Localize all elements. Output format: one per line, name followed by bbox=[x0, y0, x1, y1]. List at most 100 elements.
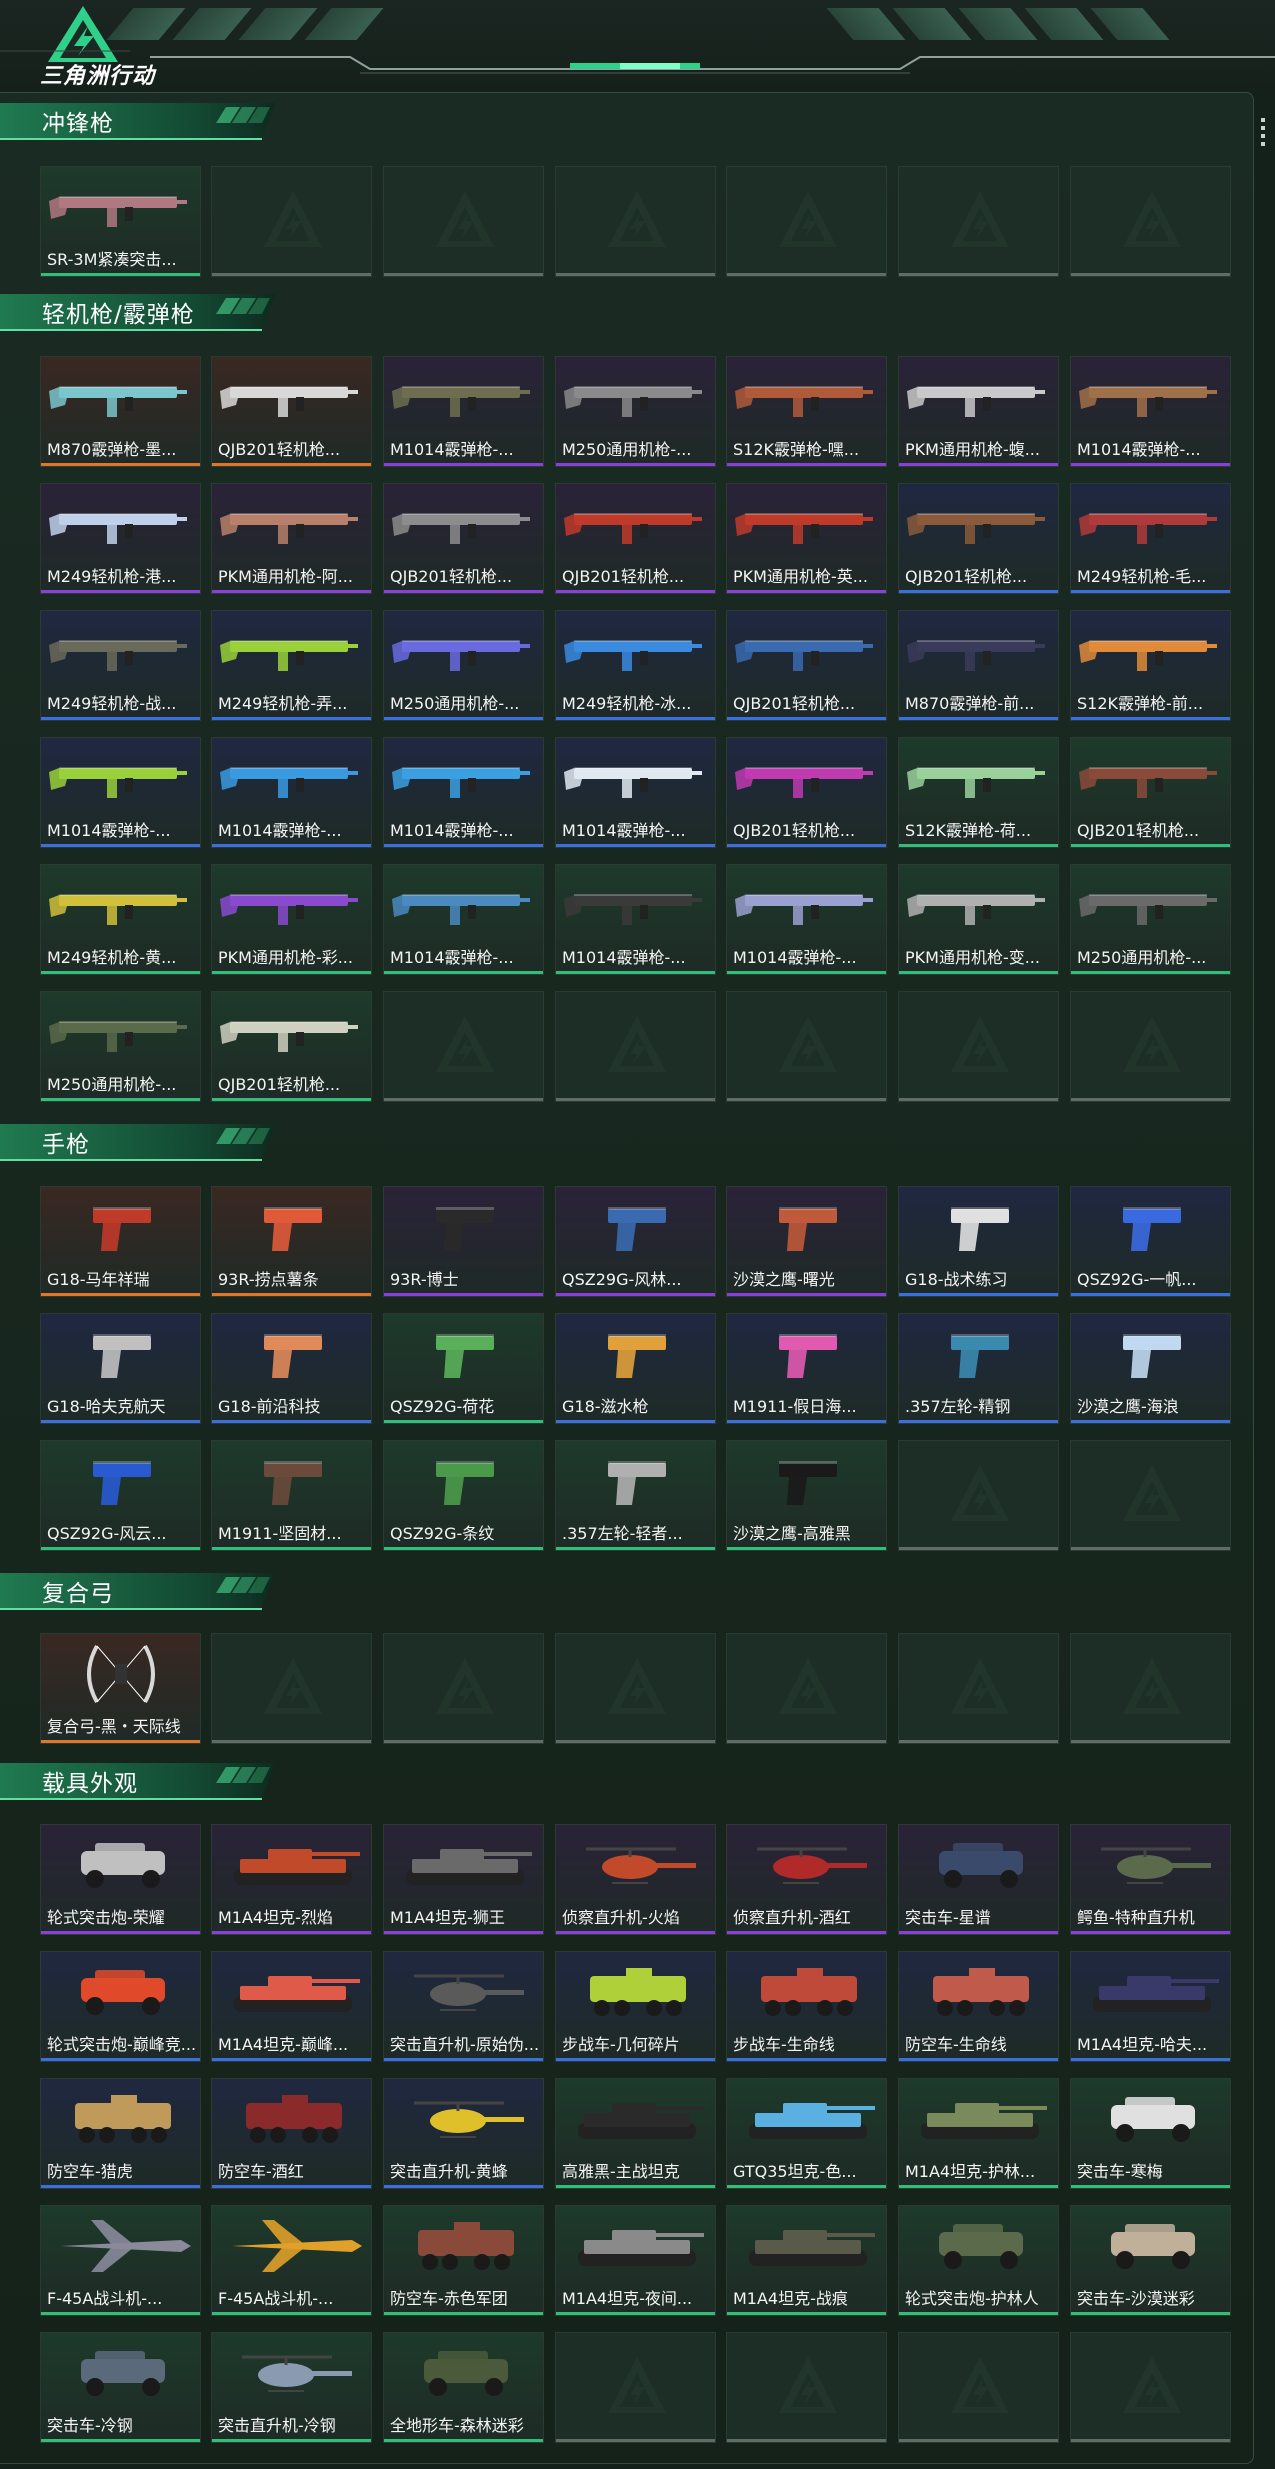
skin-card[interactable]: G18-哈夫克航天 bbox=[40, 1313, 201, 1424]
skin-card[interactable]: G18-战术练习 bbox=[898, 1186, 1059, 1297]
skin-card[interactable]: 突击直升机-原始伪... bbox=[383, 1951, 544, 2062]
empty-slot[interactable] bbox=[898, 166, 1059, 277]
skin-card[interactable]: M1014霰弹枪-... bbox=[383, 737, 544, 848]
skin-card[interactable]: M1014霰弹枪-... bbox=[383, 356, 544, 467]
skin-card[interactable]: 步战车-生命线 bbox=[726, 1951, 887, 2062]
skin-card[interactable]: 93R-博士 bbox=[383, 1186, 544, 1297]
skin-card[interactable]: F-45A战斗机-... bbox=[211, 2205, 372, 2316]
skin-card[interactable]: 防空车-酒红 bbox=[211, 2078, 372, 2189]
empty-slot[interactable] bbox=[726, 2332, 887, 2443]
empty-slot[interactable] bbox=[555, 2332, 716, 2443]
skin-card[interactable]: 高雅黑-主战坦克 bbox=[555, 2078, 716, 2189]
skin-card[interactable]: M249轻机枪-毛... bbox=[1070, 483, 1231, 594]
skin-card[interactable]: M250通用机枪-... bbox=[40, 991, 201, 1102]
empty-slot[interactable] bbox=[1070, 166, 1231, 277]
skin-card[interactable]: QSZ92G-条纹 bbox=[383, 1440, 544, 1551]
empty-slot[interactable] bbox=[726, 991, 887, 1102]
skin-card[interactable]: M1A4坦克-哈夫... bbox=[1070, 1951, 1231, 2062]
skin-card[interactable]: 步战车-几何碎片 bbox=[555, 1951, 716, 2062]
skin-card[interactable]: M1014霰弹枪-... bbox=[383, 864, 544, 975]
skin-card[interactable]: G18-滋水枪 bbox=[555, 1313, 716, 1424]
skin-card[interactable]: M1014霰弹枪-... bbox=[211, 737, 372, 848]
empty-slot[interactable] bbox=[555, 1633, 716, 1744]
skin-card[interactable]: M1A4坦克-战痕 bbox=[726, 2205, 887, 2316]
skin-card[interactable]: 侦察直升机-火焰 bbox=[555, 1824, 716, 1935]
empty-slot[interactable] bbox=[555, 166, 716, 277]
skin-card[interactable]: M1014霰弹枪-... bbox=[726, 864, 887, 975]
skin-card[interactable]: 93R-捞点薯条 bbox=[211, 1186, 372, 1297]
skin-card[interactable]: 轮式突击炮-护林人 bbox=[898, 2205, 1059, 2316]
skin-card[interactable]: PKM通用机枪-蝮... bbox=[898, 356, 1059, 467]
skin-card[interactable]: QJB201轻机枪... bbox=[383, 483, 544, 594]
skin-card[interactable]: 全地形车-森林迷彩 bbox=[383, 2332, 544, 2443]
skin-card[interactable]: 突击直升机-黄蜂 bbox=[383, 2078, 544, 2189]
skin-card[interactable]: M1014霰弹枪-... bbox=[40, 737, 201, 848]
empty-slot[interactable] bbox=[383, 991, 544, 1102]
skin-card[interactable]: M249轻机枪-弄... bbox=[211, 610, 372, 721]
skin-card[interactable]: G18-马年祥瑞 bbox=[40, 1186, 201, 1297]
empty-slot[interactable] bbox=[211, 166, 372, 277]
empty-slot[interactable] bbox=[1070, 991, 1231, 1102]
skin-card[interactable]: QJB201轻机枪... bbox=[211, 356, 372, 467]
skin-card[interactable]: 突击车-冷钢 bbox=[40, 2332, 201, 2443]
skin-card[interactable]: M1A4坦克-夜间... bbox=[555, 2205, 716, 2316]
skin-card[interactable]: M870霰弹枪-墨... bbox=[40, 356, 201, 467]
skin-card[interactable]: QSZ92G-一帆... bbox=[1070, 1186, 1231, 1297]
scroll-indicator[interactable] bbox=[1261, 118, 1265, 150]
skin-card[interactable]: QJB201轻机枪... bbox=[1070, 737, 1231, 848]
skin-card[interactable]: M249轻机枪-冰... bbox=[555, 610, 716, 721]
empty-slot[interactable] bbox=[383, 166, 544, 277]
skin-card[interactable]: .357左轮-轻者... bbox=[555, 1440, 716, 1551]
skin-card[interactable]: QJB201轻机枪... bbox=[211, 991, 372, 1102]
skin-card[interactable]: .357左轮-精钢 bbox=[898, 1313, 1059, 1424]
skin-card[interactable]: M250通用机枪-... bbox=[1070, 864, 1231, 975]
empty-slot[interactable] bbox=[898, 991, 1059, 1102]
skin-card[interactable]: M1A4坦克-烈焰 bbox=[211, 1824, 372, 1935]
empty-slot[interactable] bbox=[211, 1633, 372, 1744]
skin-card[interactable]: 防空车-生命线 bbox=[898, 1951, 1059, 2062]
skin-card[interactable]: M1A4坦克-护林... bbox=[898, 2078, 1059, 2189]
skin-card[interactable]: M250通用机枪-... bbox=[383, 610, 544, 721]
skin-card[interactable]: 轮式突击炮-巅峰竞... bbox=[40, 1951, 201, 2062]
skin-card[interactable]: 突击直升机-冷钢 bbox=[211, 2332, 372, 2443]
empty-slot[interactable] bbox=[383, 1633, 544, 1744]
empty-slot[interactable] bbox=[726, 1633, 887, 1744]
skin-card[interactable]: S12K霰弹枪-前... bbox=[1070, 610, 1231, 721]
skin-card[interactable]: F-45A战斗机-... bbox=[40, 2205, 201, 2316]
empty-slot[interactable] bbox=[1070, 1633, 1231, 1744]
empty-slot[interactable] bbox=[555, 991, 716, 1102]
skin-card[interactable]: 突击车-星谱 bbox=[898, 1824, 1059, 1935]
empty-slot[interactable] bbox=[726, 166, 887, 277]
skin-card[interactable]: 突击车-沙漠迷彩 bbox=[1070, 2205, 1231, 2316]
skin-card[interactable]: M1A4坦克-狮王 bbox=[383, 1824, 544, 1935]
skin-card[interactable]: PKM通用机枪-彩... bbox=[211, 864, 372, 975]
skin-card[interactable]: QJB201轻机枪... bbox=[726, 610, 887, 721]
skin-card[interactable]: QSZ92G-风云... bbox=[40, 1440, 201, 1551]
skin-card[interactable]: 轮式突击炮-荣耀 bbox=[40, 1824, 201, 1935]
empty-slot[interactable] bbox=[898, 1633, 1059, 1744]
skin-card[interactable]: M250通用机枪-... bbox=[555, 356, 716, 467]
skin-card[interactable]: G18-前沿科技 bbox=[211, 1313, 372, 1424]
skin-card[interactable]: M1014霰弹枪-... bbox=[1070, 356, 1231, 467]
skin-card[interactable]: QJB201轻机枪... bbox=[898, 483, 1059, 594]
skin-card[interactable]: PKM通用机枪-英... bbox=[726, 483, 887, 594]
skin-card[interactable]: SR-3M紧凑突击... bbox=[40, 166, 201, 277]
skin-card[interactable]: M1A4坦克-巅峰... bbox=[211, 1951, 372, 2062]
skin-card[interactable]: QJB201轻机枪... bbox=[726, 737, 887, 848]
skin-card[interactable]: 防空车-赤色军团 bbox=[383, 2205, 544, 2316]
skin-card[interactable]: M249轻机枪-黄... bbox=[40, 864, 201, 975]
skin-card[interactable]: QSZ92G-荷花 bbox=[383, 1313, 544, 1424]
skin-card[interactable]: PKM通用机枪-阿... bbox=[211, 483, 372, 594]
skin-card[interactable]: GTQ35坦克-色... bbox=[726, 2078, 887, 2189]
skin-card[interactable]: M1014霰弹枪-... bbox=[555, 864, 716, 975]
skin-card[interactable]: 沙漠之鹰-曙光 bbox=[726, 1186, 887, 1297]
skin-card[interactable]: S12K霰弹枪-荷... bbox=[898, 737, 1059, 848]
skin-card[interactable]: M870霰弹枪-前... bbox=[898, 610, 1059, 721]
skin-card[interactable]: QJB201轻机枪... bbox=[555, 483, 716, 594]
empty-slot[interactable] bbox=[1070, 2332, 1231, 2443]
skin-card[interactable]: QSZ29G-风林... bbox=[555, 1186, 716, 1297]
skin-card[interactable]: 鳄鱼-特种直升机 bbox=[1070, 1824, 1231, 1935]
empty-slot[interactable] bbox=[1070, 1440, 1231, 1551]
skin-card[interactable]: M1911-坚固材... bbox=[211, 1440, 372, 1551]
skin-card[interactable]: 沙漠之鹰-海浪 bbox=[1070, 1313, 1231, 1424]
